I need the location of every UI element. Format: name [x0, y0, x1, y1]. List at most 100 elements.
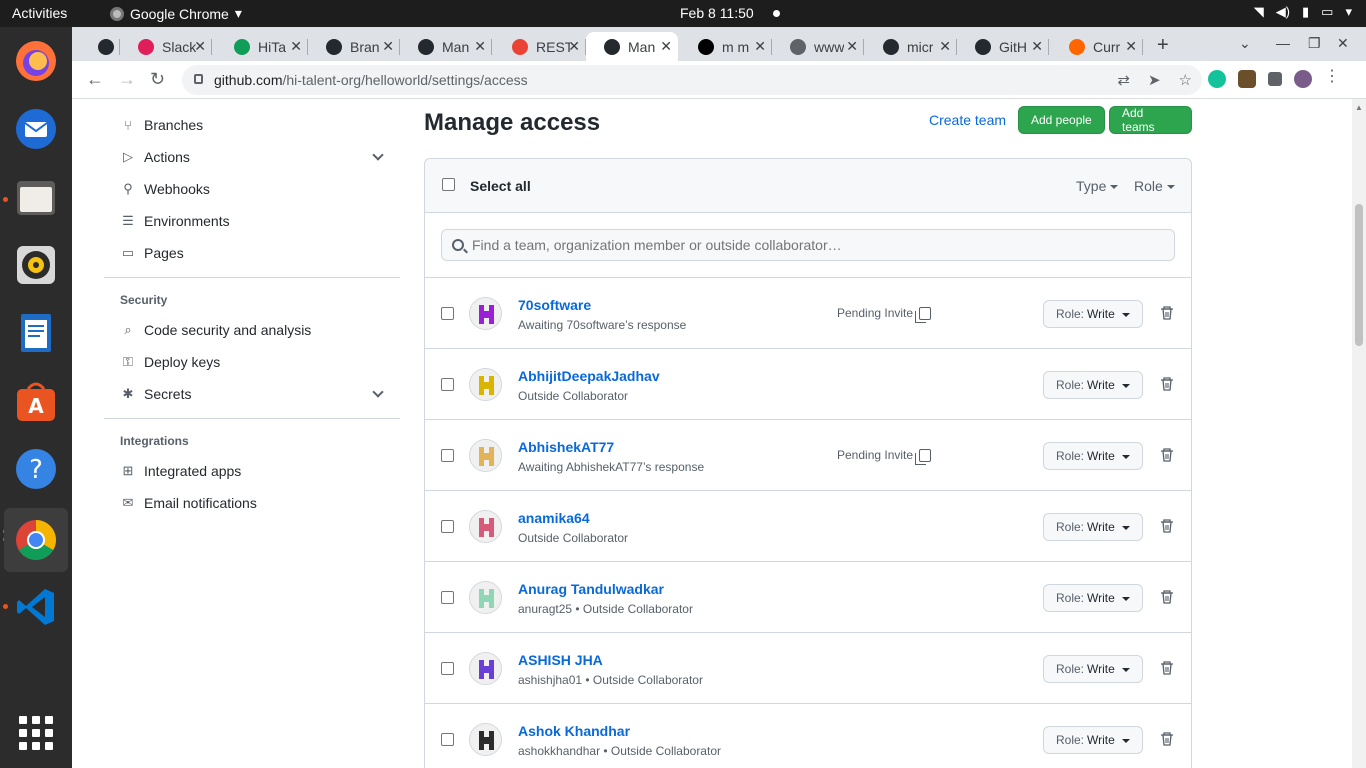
browser-tab[interactable]: Man ✕: [400, 32, 492, 61]
new-tab-button[interactable]: +: [1157, 34, 1169, 57]
trash-icon[interactable]: [1159, 447, 1175, 463]
type-filter[interactable]: Type: [1076, 178, 1119, 194]
browser-tab[interactable]: Curr ✕: [1051, 32, 1143, 61]
files-icon[interactable]: [12, 173, 60, 221]
close-tab-icon[interactable]: ✕: [568, 38, 580, 55]
avatar[interactable]: [469, 652, 502, 685]
close-tab-icon[interactable]: ✕: [382, 38, 394, 55]
member-checkbox[interactable]: [441, 449, 454, 462]
select-all-checkbox[interactable]: [442, 178, 455, 191]
create-team-link[interactable]: Create team: [929, 112, 1006, 128]
close-tab-icon[interactable]: ✕: [939, 38, 951, 55]
chrome-dock-icon[interactable]: [4, 508, 68, 572]
scrollbar-thumb[interactable]: [1355, 204, 1363, 346]
browser-tab[interactable]: Man ✕: [586, 32, 678, 61]
member-name-link[interactable]: Ashok Khandhar: [518, 723, 630, 739]
close-tab-icon[interactable]: ✕: [754, 38, 766, 55]
sidebar-item-branches[interactable]: ⑂ Branches: [104, 109, 400, 141]
sidebar-item-deploy-keys[interactable]: ⚿ Deploy keys: [104, 346, 400, 378]
software-center-icon[interactable]: A: [12, 377, 60, 425]
member-checkbox[interactable]: [441, 662, 454, 675]
activities-button[interactable]: Activities: [12, 5, 67, 21]
grammarly-icon[interactable]: [1208, 70, 1226, 88]
role-filter[interactable]: Role: [1134, 178, 1175, 194]
send-icon[interactable]: ➤: [1148, 71, 1161, 89]
role-dropdown[interactable]: Role: Write: [1043, 371, 1143, 399]
address-bar[interactable]: github.com/hi-talent-org/helloworld/sett…: [182, 65, 1202, 95]
role-dropdown[interactable]: Role: Write: [1043, 655, 1143, 683]
sidebar-item-secrets[interactable]: ✱ Secrets: [104, 378, 400, 410]
close-tab-icon[interactable]: ✕: [474, 38, 486, 55]
minimize-icon[interactable]: —: [1276, 35, 1290, 51]
member-name-link[interactable]: AbhijitDeepakJadhav: [518, 368, 660, 384]
trash-icon[interactable]: [1159, 660, 1175, 676]
sidebar-item-pages[interactable]: ▭ Pages: [104, 237, 400, 269]
avatar[interactable]: [469, 439, 502, 472]
close-tab-icon[interactable]: ✕: [1125, 38, 1137, 55]
translate-icon[interactable]: ⇄: [1117, 71, 1130, 89]
page-scrollbar[interactable]: ▲: [1352, 99, 1366, 768]
maximize-icon[interactable]: ❐: [1308, 35, 1321, 52]
show-apps-icon[interactable]: [12, 709, 60, 757]
close-window-icon[interactable]: ✕: [1337, 35, 1349, 52]
sidebar-item-email-notifications[interactable]: ✉ Email notifications: [104, 487, 400, 519]
browser-tab[interactable]: REST ✕: [494, 32, 586, 61]
sidebar-item-webhooks[interactable]: ⚲ Webhooks: [104, 173, 400, 205]
member-name-link[interactable]: Anurag Tandulwadkar: [518, 581, 664, 597]
browser-tab[interactable]: www ✕: [772, 32, 864, 61]
role-dropdown[interactable]: Role: Write: [1043, 584, 1143, 612]
sidebar-item-environments[interactable]: ☰ Environments: [104, 205, 400, 237]
close-tab-icon[interactable]: ✕: [1031, 38, 1043, 55]
copy-icon[interactable]: [915, 448, 932, 465]
add-people-button[interactable]: Add people: [1018, 106, 1105, 134]
browser-tab[interactable]: Bran ✕: [308, 32, 400, 61]
member-name-link[interactable]: AbhishekAT77: [518, 439, 614, 455]
browser-tab[interactable]: Slack ✕: [120, 32, 212, 61]
system-tray[interactable]: ◥ ◀) ▮ ▭ ▾: [1254, 4, 1352, 20]
member-name-link[interactable]: 70software: [518, 297, 591, 313]
trash-icon[interactable]: [1159, 376, 1175, 392]
reload-icon[interactable]: ↻: [150, 69, 165, 90]
avatar[interactable]: [469, 723, 502, 756]
member-checkbox[interactable]: [441, 591, 454, 604]
close-tab-icon[interactable]: ✕: [194, 38, 206, 55]
sidebar-item-integrated-apps[interactable]: ⊞ Integrated apps: [104, 455, 400, 487]
member-checkbox[interactable]: [441, 733, 454, 746]
writer-icon[interactable]: [12, 309, 60, 357]
member-checkbox[interactable]: [441, 378, 454, 391]
profile-avatar[interactable]: [1294, 70, 1312, 88]
trash-icon[interactable]: [1159, 731, 1175, 747]
member-checkbox[interactable]: [441, 307, 454, 320]
member-search-input[interactable]: [441, 229, 1175, 261]
close-tab-icon[interactable]: ✕: [846, 38, 858, 55]
avatar[interactable]: [469, 297, 502, 330]
avatar[interactable]: [469, 368, 502, 401]
vscode-icon[interactable]: [12, 583, 60, 631]
trash-icon[interactable]: [1159, 518, 1175, 534]
avatar[interactable]: [469, 510, 502, 543]
close-tab-icon[interactable]: ✕: [660, 38, 672, 55]
clock[interactable]: Feb 8 11:50: [680, 5, 754, 21]
browser-tab[interactable]: GitH ✕: [957, 32, 1049, 61]
scroll-up-arrow-icon[interactable]: ▲: [1355, 103, 1363, 112]
app-menu[interactable]: Google Chrome ▾: [110, 5, 242, 22]
tab-search-icon[interactable]: ⌄: [1239, 35, 1251, 52]
member-checkbox[interactable]: [441, 520, 454, 533]
role-dropdown[interactable]: Role: Write: [1043, 513, 1143, 541]
firefox-icon[interactable]: [12, 37, 60, 85]
role-dropdown[interactable]: Role: Write: [1043, 300, 1143, 328]
trash-icon[interactable]: [1159, 589, 1175, 605]
bookmark-star-icon[interactable]: ☆: [1179, 71, 1192, 89]
browser-tab[interactable]: [80, 32, 120, 61]
back-icon[interactable]: ←: [86, 69, 104, 90]
add-teams-button[interactable]: Add teams: [1109, 106, 1192, 134]
rhythmbox-icon[interactable]: [12, 241, 60, 289]
sidebar-item-code-security-and-analysis[interactable]: ⌕ Code security and analysis: [104, 314, 400, 346]
role-dropdown[interactable]: Role: Write: [1043, 726, 1143, 754]
browser-tab[interactable]: HiTa ✕: [216, 32, 308, 61]
browser-tab[interactable]: m m ✕: [680, 32, 772, 61]
extensions-puzzle-icon[interactable]: [1268, 72, 1282, 86]
role-dropdown[interactable]: Role: Write: [1043, 442, 1143, 470]
close-tab-icon[interactable]: ✕: [290, 38, 302, 55]
copy-icon[interactable]: [915, 306, 932, 323]
